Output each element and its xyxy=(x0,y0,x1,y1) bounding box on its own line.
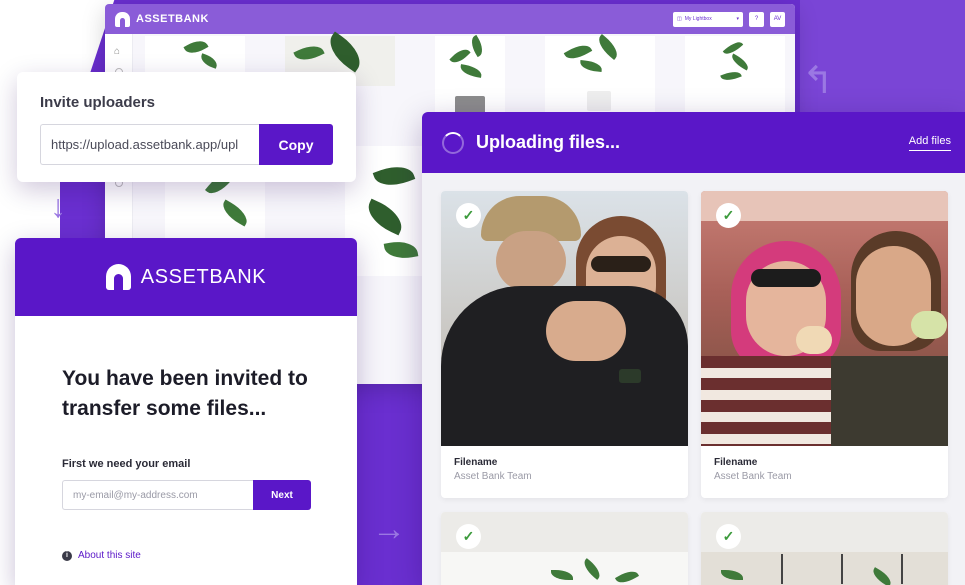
help-button[interactable]: ? xyxy=(749,11,764,27)
invite-uploaders-title: Invite uploaders xyxy=(40,94,156,111)
upload-title: Uploading files... xyxy=(476,132,621,152)
home-icon[interactable]: ⌂ xyxy=(114,46,120,57)
file-card[interactable]: ✓ xyxy=(441,512,688,585)
add-files-link[interactable]: Add files xyxy=(908,135,951,151)
file-card[interactable]: ✓ xyxy=(701,512,948,585)
file-team: Asset Bank Team xyxy=(714,471,792,482)
email-card-header: ASSETBANK xyxy=(15,238,357,316)
app-brand: ASSETBANK xyxy=(136,13,209,25)
assetbank-logo-icon xyxy=(105,264,131,290)
asset-tile[interactable] xyxy=(435,34,505,116)
uploading-files-panel: Uploading files... Add files ✓ Filename … xyxy=(422,112,965,585)
asset-tile[interactable] xyxy=(685,36,785,116)
file-team: Asset Bank Team xyxy=(454,471,532,482)
assetbank-logo-icon xyxy=(115,11,130,27)
file-thumbnail: ✓ xyxy=(441,512,688,585)
file-thumbnail: ✓ xyxy=(701,191,948,446)
right-arrow-icon: → xyxy=(372,510,406,548)
file-card[interactable]: ✓ Filename Asset Bank Team xyxy=(701,191,948,498)
lightbox-select[interactable]: ◫ My Lightbox ▾ xyxy=(673,11,743,27)
invite-url-field[interactable]: https://upload.assetbank.app/upl xyxy=(40,124,259,165)
invite-uploaders-card: Invite uploaders https://upload.assetban… xyxy=(17,72,356,182)
avatar[interactable]: AV xyxy=(770,11,785,27)
down-arrow-icon: ↓ xyxy=(50,188,66,224)
email-card-brand: ASSETBANK xyxy=(140,265,267,288)
return-arrow-icon: ↰ xyxy=(802,60,834,102)
check-icon: ✓ xyxy=(456,203,481,228)
file-name: Filename xyxy=(714,457,758,468)
about-row[interactable]: i About this site xyxy=(62,550,357,561)
file-card[interactable]: ✓ Filename Asset Bank Team xyxy=(441,191,688,498)
app-header: ASSETBANK ◫ My Lightbox ▾ ? AV xyxy=(105,4,795,34)
invite-headline: You have been invited to transfer some f… xyxy=(62,367,308,420)
lightbox-icon: ◫ xyxy=(677,16,682,22)
info-icon: i xyxy=(62,550,72,561)
invite-email-card: ASSETBANK You have been invited to trans… xyxy=(15,238,357,585)
check-icon: ✓ xyxy=(716,203,741,228)
check-icon: ✓ xyxy=(716,524,741,549)
email-form-row: my-email@my-address.com Next xyxy=(62,480,357,510)
file-thumbnail: ✓ xyxy=(701,512,948,585)
check-icon: ✓ xyxy=(456,524,481,549)
chevron-down-icon: ▾ xyxy=(736,16,739,22)
upload-header: Uploading files... Add files xyxy=(422,112,965,173)
email-prompt: First we need your email xyxy=(62,458,191,470)
next-button[interactable]: Next xyxy=(253,480,311,510)
asset-tile[interactable] xyxy=(545,34,655,116)
email-field[interactable]: my-email@my-address.com xyxy=(62,480,253,510)
lightbox-label: My Lightbox xyxy=(684,16,712,22)
about-link[interactable]: About this site xyxy=(78,550,141,561)
copy-button[interactable]: Copy xyxy=(259,124,333,165)
file-thumbnail: ✓ xyxy=(441,191,688,446)
file-name: Filename xyxy=(454,457,498,468)
invite-link-row: https://upload.assetbank.app/upl Copy xyxy=(40,124,333,165)
spinner-icon xyxy=(442,131,464,154)
